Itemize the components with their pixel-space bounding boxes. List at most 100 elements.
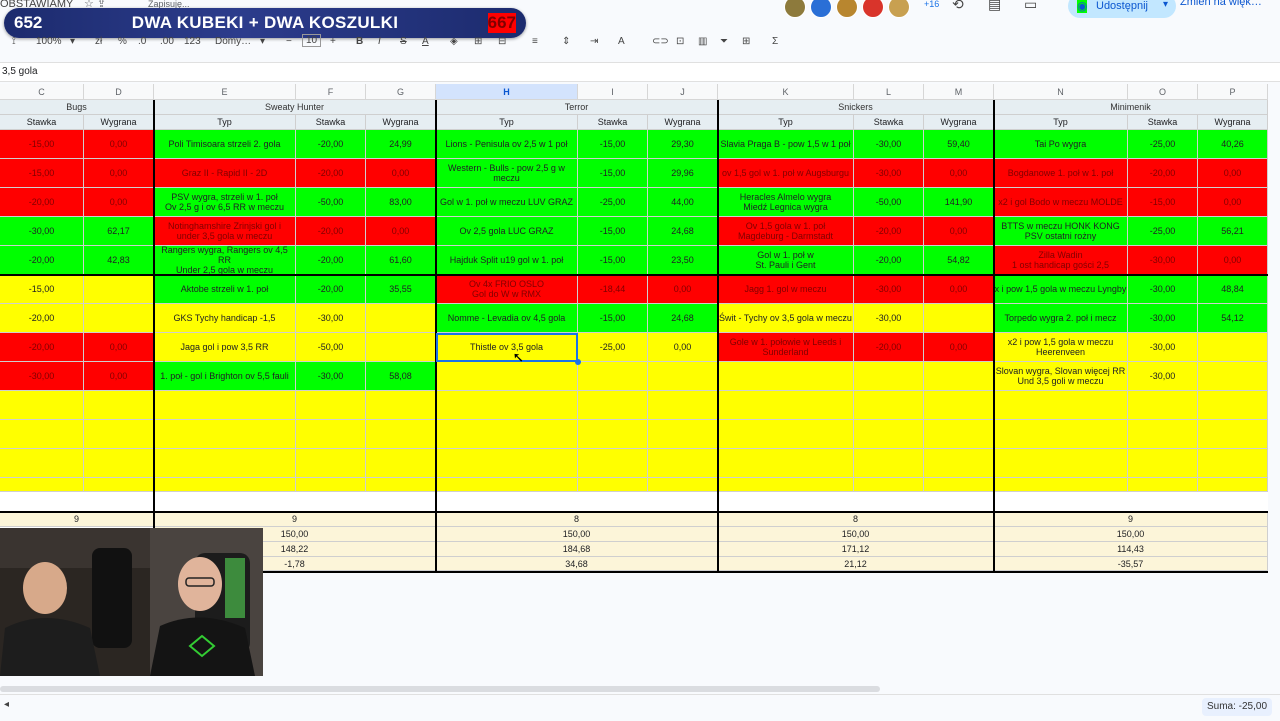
avatar[interactable]	[784, 0, 806, 18]
empty-cell-1-j[interactable]	[648, 420, 718, 449]
table-cell-r1-o[interactable]: -20,00	[1128, 159, 1198, 188]
table-cell-r3-c[interactable]: -30,00	[0, 217, 84, 246]
increase-decimals-button[interactable]: .00	[160, 36, 174, 47]
table-cell-r6-g[interactable]	[366, 304, 436, 333]
table-cell-r4-j[interactable]: 23,50	[648, 246, 718, 275]
table-cell-r6-e[interactable]: GKS Tychy handicap -1,5	[154, 304, 296, 333]
table-cell-r1-n[interactable]: Bogdanowe 1. poł w 1. poł	[994, 159, 1128, 188]
table-cell-r6-o[interactable]: -30,00	[1128, 304, 1198, 333]
summary-stake-2[interactable]: 150,00	[436, 527, 718, 542]
filter-icon[interactable]: ⏷	[720, 36, 728, 47]
table-cell-r1-j[interactable]: 29,96	[648, 159, 718, 188]
summary-stake-4[interactable]: 150,00	[994, 527, 1268, 542]
empty-cell-3-n[interactable]	[994, 478, 1128, 492]
merge-cells-icon[interactable]: ⊟	[498, 36, 506, 47]
table-cell-r1-d[interactable]: 0,00	[84, 159, 154, 188]
empty-cell-0-o[interactable]	[1128, 391, 1198, 420]
table-cell-r1-f[interactable]: -20,00	[296, 159, 366, 188]
empty-cell-0-d[interactable]	[84, 391, 154, 420]
column-header-h[interactable]: H	[436, 84, 578, 100]
player-header-4[interactable]: Minimenik	[994, 100, 1268, 115]
table-cell-r3-m[interactable]: 0,00	[924, 217, 994, 246]
table-cell-r1-i[interactable]: -15,00	[578, 159, 648, 188]
column-header-k[interactable]: K	[718, 84, 854, 100]
number-format-button[interactable]: 123	[184, 36, 201, 47]
empty-cell-0-f[interactable]	[296, 391, 366, 420]
table-cell-r2-c[interactable]: -20,00	[0, 188, 84, 217]
summary-balance-4[interactable]: -35,57	[994, 557, 1268, 571]
summary-count-1[interactable]: 9	[154, 512, 436, 527]
zoom-select[interactable]: 100%	[36, 36, 62, 47]
link-icon[interactable]: ⊂⊃	[652, 36, 669, 47]
font-size-increase[interactable]: +	[330, 36, 336, 47]
empty-cell-2-j[interactable]	[648, 449, 718, 478]
fill-handle[interactable]	[575, 359, 581, 365]
table-cell-r5-l[interactable]: -30,00	[854, 275, 924, 304]
table-cell-r7-l[interactable]: -20,00	[854, 333, 924, 362]
more-collaborators[interactable]: +16	[924, 0, 939, 9]
empty-cell-1-d[interactable]	[84, 420, 154, 449]
summary-count-0[interactable]: 9	[0, 512, 154, 527]
column-header-m[interactable]: M	[924, 84, 994, 100]
table-cell-r7-m[interactable]: 0,00	[924, 333, 994, 362]
player-header-0[interactable]: Bugs	[0, 100, 154, 115]
column-header-o[interactable]: O	[1128, 84, 1198, 100]
table-cell-r4-g[interactable]: 61,60	[366, 246, 436, 275]
subheader-o[interactable]: Stawka	[1128, 115, 1198, 130]
column-header-l[interactable]: L	[854, 84, 924, 100]
empty-cell-1-l[interactable]	[854, 420, 924, 449]
column-header-p[interactable]: P	[1198, 84, 1268, 100]
empty-cell-3-h[interactable]	[436, 478, 578, 492]
table-cell-r1-e[interactable]: Graz II - Rapid II - 2D	[154, 159, 296, 188]
empty-cell-3-l[interactable]	[854, 478, 924, 492]
table-cell-r0-n[interactable]: Tai Po wygra	[994, 130, 1128, 159]
empty-cell-3-f[interactable]	[296, 478, 366, 492]
table-cell-r6-d[interactable]	[84, 304, 154, 333]
table-cell-r5-e[interactable]: Aktobe strzeli w 1. poł	[154, 275, 296, 304]
table-cell-r4-l[interactable]: -20,00	[854, 246, 924, 275]
strikethrough-button[interactable]: S	[400, 36, 407, 47]
summary-count-4[interactable]: 9	[994, 512, 1268, 527]
table-cell-r8-j[interactable]	[648, 362, 718, 391]
sum-indicator[interactable]: Suma: -25,00	[1202, 698, 1272, 716]
subheader-e[interactable]: Typ	[154, 115, 296, 130]
empty-cell-1-i[interactable]	[578, 420, 648, 449]
table-cell-r5-m[interactable]: 0,00	[924, 275, 994, 304]
table-cell-r2-f[interactable]: -50,00	[296, 188, 366, 217]
rotate-icon[interactable]: A	[618, 36, 625, 47]
subheader-p[interactable]: Wygrana	[1198, 115, 1268, 130]
empty-cell-3-e[interactable]	[154, 478, 296, 492]
table-cell-r3-i[interactable]: -15,00	[578, 217, 648, 246]
table-cell-r8-h[interactable]	[436, 362, 578, 391]
table-cell-r7-e[interactable]: Jaga gol i pow 3,5 RR	[154, 333, 296, 362]
empty-cell-2-m[interactable]	[924, 449, 994, 478]
table-cell-r8-i[interactable]	[578, 362, 648, 391]
subheader-d[interactable]: Wygrana	[84, 115, 154, 130]
subheader-n[interactable]: Typ	[994, 115, 1128, 130]
table-cell-r6-c[interactable]: -20,00	[0, 304, 84, 333]
summary-balance-3[interactable]: 21,12	[718, 557, 994, 571]
table-cell-r5-f[interactable]: -20,00	[296, 275, 366, 304]
table-cell-r7-f[interactable]: -50,00	[296, 333, 366, 362]
table-cell-r4-h[interactable]: Hajduk Split u19 gol w 1. poł	[436, 246, 578, 275]
subheader-i[interactable]: Stawka	[578, 115, 648, 130]
filter-views-icon[interactable]: ⊞	[742, 36, 750, 47]
empty-cell-1-m[interactable]	[924, 420, 994, 449]
selected-cell[interactable]	[436, 333, 578, 362]
table-cell-r8-p[interactable]	[1198, 362, 1268, 391]
table-cell-r5-p[interactable]: 48,84	[1198, 275, 1268, 304]
subheader-l[interactable]: Stawka	[854, 115, 924, 130]
table-cell-r3-h[interactable]: Ov 2,5 gola LUC GRAZ	[436, 217, 578, 246]
currency-button[interactable]: zł	[95, 36, 102, 47]
empty-cell-1-h[interactable]	[436, 420, 578, 449]
table-cell-r0-e[interactable]: Poli Timisoara strzeli 2. gola	[154, 130, 296, 159]
empty-cell-1-k[interactable]	[718, 420, 854, 449]
table-cell-r4-k[interactable]: Gol w 1. poł w St. Pauli i Gent	[718, 246, 854, 275]
comment-add-icon[interactable]: ⊡	[676, 36, 684, 47]
chart-icon[interactable]: ▥	[698, 36, 707, 47]
empty-cell-1-n[interactable]	[994, 420, 1128, 449]
empty-cell-2-p[interactable]	[1198, 449, 1268, 478]
align-icon[interactable]: ≡	[532, 36, 538, 47]
table-cell-r3-l[interactable]: -20,00	[854, 217, 924, 246]
table-cell-r0-f[interactable]: -20,00	[296, 130, 366, 159]
